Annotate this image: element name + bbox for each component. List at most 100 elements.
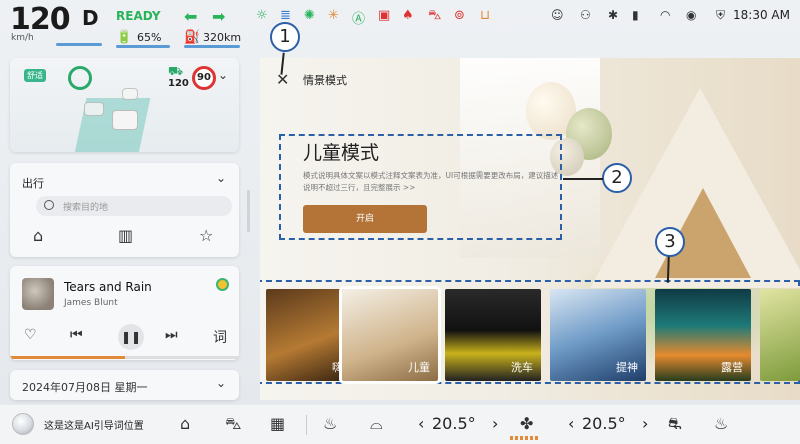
fog-light-icon: ✳ <box>328 8 339 23</box>
home-icon[interactable]: ⌂ <box>180 414 190 433</box>
speed-bar <box>56 43 102 46</box>
artist-name: James Blunt <box>64 298 118 308</box>
thumb-label: 洗车 <box>511 361 533 374</box>
music-progress[interactable] <box>10 356 239 359</box>
battery-icon: 🔋 <box>116 30 133 45</box>
user-icon[interactable]: ☺ <box>551 8 564 22</box>
music-card: Tears and Rain James Blunt ♡ ⏮ ❚❚ ⏭ 词 <box>10 266 239 360</box>
turn-left-icon: ⬅ <box>184 7 198 26</box>
like-icon[interactable]: ♡ <box>24 327 37 343</box>
fuel-icon: ⛽ <box>184 30 201 45</box>
auto-hold-icon: Ⓐ <box>352 12 366 27</box>
cruise-speed: 120 <box>168 78 189 89</box>
thumb-label: 露营 <box>721 361 743 374</box>
seatbelt-icon: ♠ <box>402 8 414 23</box>
lead-car <box>122 88 138 100</box>
thumb-label: 提神 <box>616 361 638 374</box>
search-placeholder: 搜索目的地 <box>63 203 109 213</box>
parking-light-icon: ✺ <box>304 8 315 23</box>
home-icon[interactable]: ⌂ <box>33 226 43 245</box>
scrollbar[interactable] <box>247 190 250 232</box>
scene-thumb-next[interactable] <box>760 289 800 381</box>
music-progress-fill <box>10 356 125 359</box>
car-fault-icon: ⛍ <box>428 8 442 23</box>
gear-indicator: D <box>82 6 99 30</box>
headlight-icon: ☼ <box>256 8 268 23</box>
status-bar: 120 km/h D READY ⬅ ➡ ☼ ≣ ✺ ✳ Ⓐ ▣ ♠ ⛍ ⊚ ⊔… <box>0 0 800 54</box>
ego-car <box>112 110 138 130</box>
callout-1: 1 <box>270 22 300 52</box>
range-value: 320km <box>203 31 242 44</box>
ai-assistant-icon[interactable] <box>12 413 34 435</box>
temp-left-increase[interactable]: › <box>492 414 498 433</box>
steering-wheel-icon <box>68 66 92 90</box>
temp-right-increase[interactable]: › <box>642 414 648 433</box>
speed-unit: km/h <box>11 33 34 43</box>
date-card[interactable]: 2024年07月08日 星期一 ⌄ <box>10 370 239 400</box>
hotspot-icon[interactable]: ◉ <box>686 8 696 22</box>
navigation-card: 出行 ⌄ 搜索目的地 ⌂ ▥ ☆ <box>10 163 239 257</box>
defrost-icon[interactable]: ⌓ <box>370 414 383 434</box>
song-title: Tears and Rain <box>64 280 152 294</box>
lyrics-button[interactable]: 词 <box>213 327 227 347</box>
next-icon[interactable]: ⏭ <box>165 327 178 343</box>
search-icon <box>44 200 54 210</box>
callout-2-leader <box>563 178 603 180</box>
album-art[interactable] <box>22 278 54 310</box>
pause-button[interactable]: ❚❚ <box>118 324 144 350</box>
bluetooth-icon[interactable]: ✱ <box>608 8 618 22</box>
description-callout-box <box>279 134 562 240</box>
turn-right-icon: ➡ <box>212 7 226 26</box>
tire-pressure-icon: ⊔ <box>480 8 491 23</box>
seat-heat-right-icon[interactable]: ♨ <box>714 414 728 433</box>
fan-icon[interactable]: ✤ <box>520 414 533 433</box>
brake-warning-icon: ⊚ <box>454 8 465 23</box>
clock: 18:30 AM <box>733 8 790 22</box>
ready-indicator: READY <box>116 9 161 23</box>
callout-2: 2 <box>602 163 632 193</box>
battery-percent: 65% <box>137 31 162 44</box>
temp-left-value[interactable]: 20.5° <box>432 414 476 433</box>
fan-level-indicator <box>510 436 540 440</box>
wifi-icon[interactable]: ◠ <box>660 8 670 22</box>
adas-card[interactable]: 舒适 ⛟ 120 90 ⌄ <box>10 58 239 152</box>
scene-thumb-kids[interactable]: 儿童 <box>339 286 441 384</box>
chevron-down-icon[interactable]: ⌄ <box>218 68 228 82</box>
source-badge-icon <box>216 278 229 291</box>
destination-search[interactable]: 搜索目的地 <box>36 196 232 216</box>
dock-divider <box>306 415 307 435</box>
seat-heat-left-icon[interactable]: ♨ <box>323 414 337 433</box>
close-icon[interactable]: ✕ <box>276 70 289 89</box>
bottom-dock: 这是这是AI引导词位置 ⌂ ⛍ ▦ ♨ ⌓ ‹ 20.5° › ✤ ‹ 20.5… <box>0 405 800 444</box>
security-icon[interactable]: ⛨ <box>716 8 725 23</box>
speed-value: 120 <box>10 2 71 37</box>
chevron-down-icon[interactable]: ⌄ <box>216 171 226 185</box>
previous-icon[interactable]: ⏮ <box>70 327 83 343</box>
battery-warning-icon: ▣ <box>378 8 391 23</box>
temp-right-decrease[interactable]: ‹ <box>568 414 574 433</box>
nav-title: 出行 <box>22 177 44 190</box>
speed-limit-sign: 90 <box>192 66 216 90</box>
company-icon[interactable]: ▥ <box>118 226 133 245</box>
scene-thumb-camping[interactable]: 露营 <box>655 289 751 381</box>
ai-prompt-text[interactable]: 这是这是AI引导词位置 <box>44 417 144 432</box>
recirculation-icon[interactable]: ⛐ <box>668 414 682 435</box>
high-beam-icon: ≣ <box>280 8 291 23</box>
temp-left-decrease[interactable]: ‹ <box>418 414 424 433</box>
apps-grid-icon[interactable]: ▦ <box>270 414 285 433</box>
callout-3: 3 <box>655 227 685 257</box>
car-icon[interactable]: ⛍ <box>225 414 242 435</box>
date-text: 2024年07月08日 星期一 <box>22 381 148 394</box>
other-car <box>84 102 104 116</box>
temp-right-value[interactable]: 20.5° <box>582 414 626 433</box>
scene-thumb-carwash[interactable]: 洗车 <box>445 289 541 381</box>
share-icon[interactable]: ⚇ <box>580 8 591 22</box>
range-bar <box>184 45 240 48</box>
battery-bar <box>116 45 170 48</box>
drive-mode-tag: 舒适 <box>24 69 46 82</box>
signal-icon: ▮ <box>632 8 639 22</box>
favorite-icon[interactable]: ☆ <box>199 226 213 245</box>
chevron-down-icon[interactable]: ⌄ <box>216 376 226 390</box>
scene-thumb-refresh[interactable]: 提神 <box>550 289 646 381</box>
panel-title: 情景模式 <box>303 74 347 87</box>
